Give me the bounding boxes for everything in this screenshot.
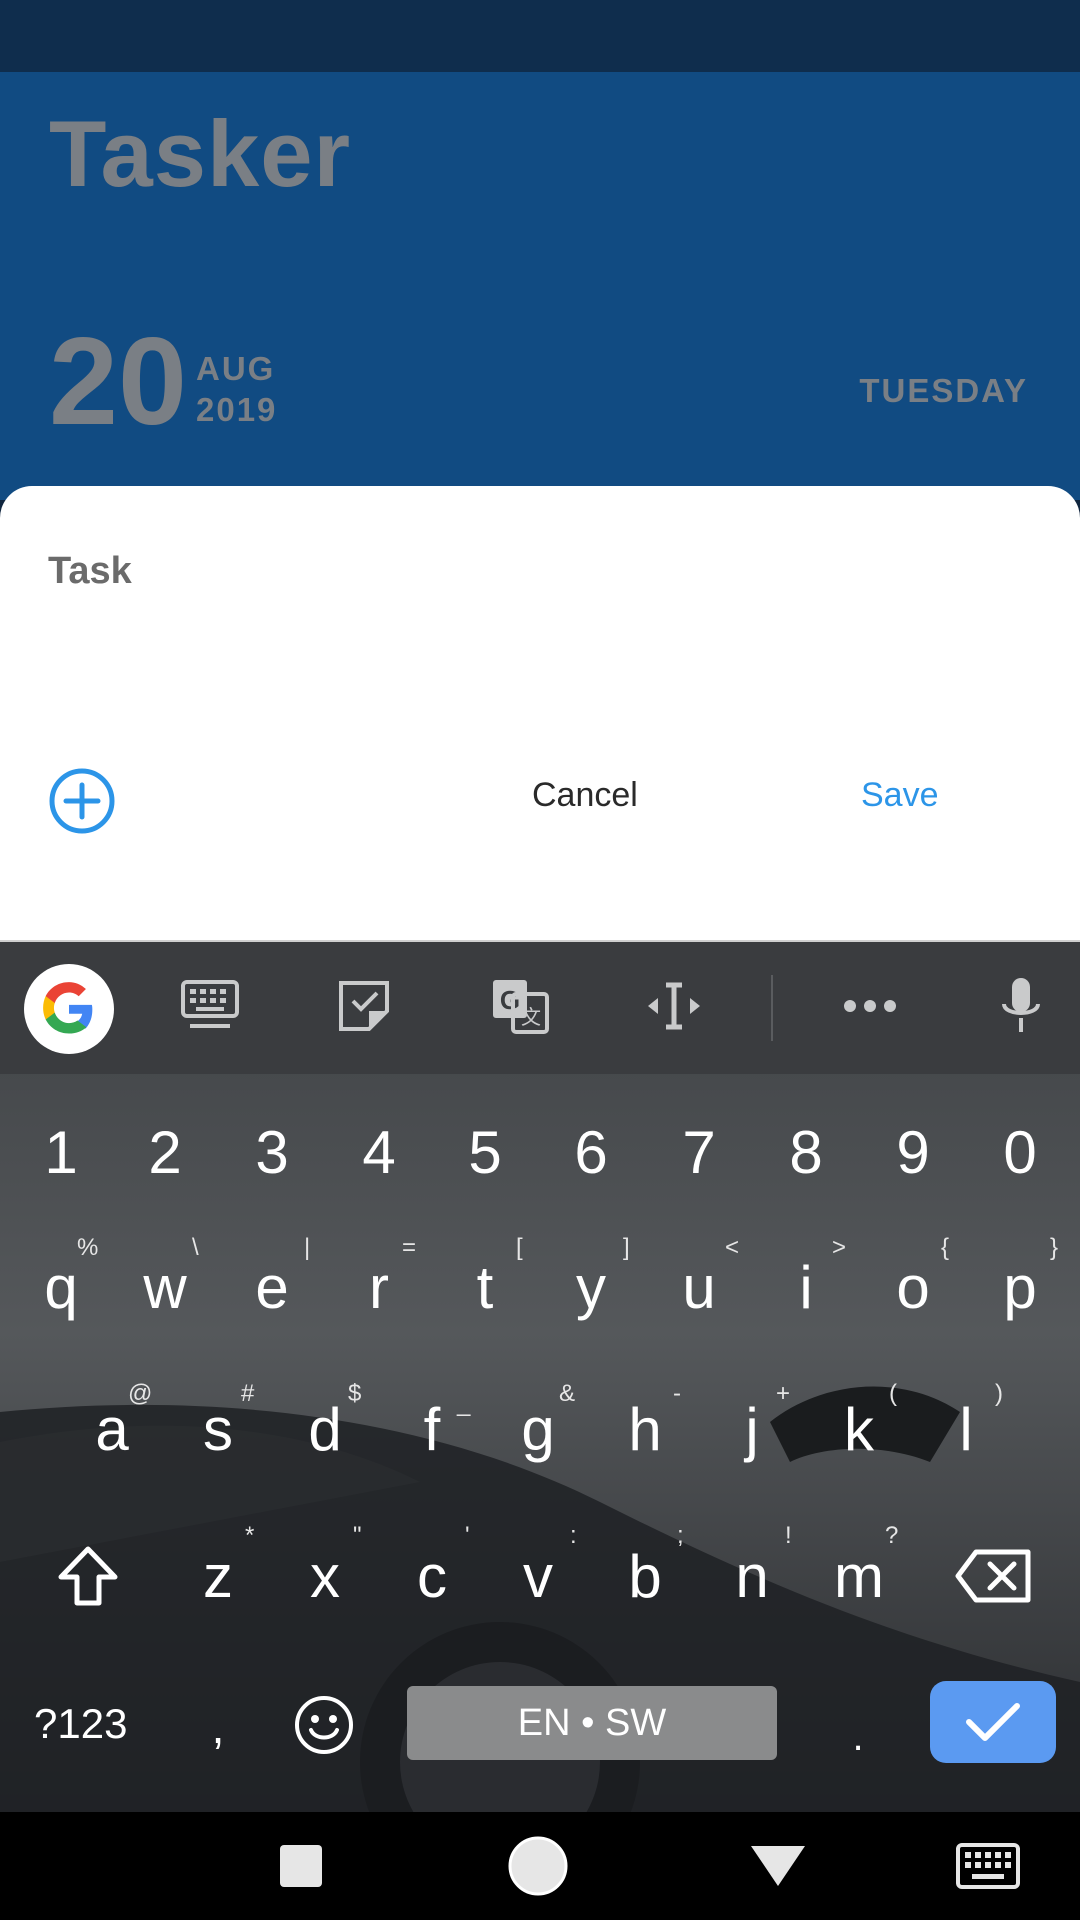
key-hint: % [77, 1234, 99, 1261]
key-hint: $ [348, 1380, 362, 1407]
backspace-key[interactable] [944, 1521, 1044, 1631]
add-task-sheet [0, 486, 1080, 942]
key-hint: # [241, 1380, 255, 1407]
key-hint: ; [677, 1522, 684, 1549]
key-0[interactable]: 0 [972, 1097, 1068, 1207]
app-title: Tasker [49, 101, 352, 206]
svg-text:G: G [500, 985, 520, 1015]
key-hint: * [245, 1522, 255, 1549]
symbols-key[interactable]: ?123 [34, 1700, 127, 1748]
key-hint: " [353, 1522, 362, 1549]
status-bar [0, 0, 1080, 72]
key-7[interactable]: 7 [651, 1097, 747, 1207]
key-hint: | [304, 1234, 311, 1261]
period-key[interactable]: . [810, 1682, 906, 1792]
key-6[interactable]: 6 [543, 1097, 639, 1207]
more-options-icon[interactable] [830, 966, 910, 1046]
backspace-icon [955, 1549, 1031, 1603]
checkmark-icon [966, 1703, 1020, 1741]
key-hint: > [832, 1234, 847, 1261]
key-hint: @ [128, 1380, 153, 1407]
key-hint: _ [457, 1390, 471, 1417]
comma-key[interactable]: , [170, 1672, 266, 1782]
key-hint: & [559, 1380, 576, 1407]
key-hint: + [776, 1380, 791, 1407]
key-hint: : [570, 1522, 577, 1549]
date-weekday: TUESDAY [859, 372, 1028, 409]
key-hint: ! [785, 1522, 792, 1549]
shift-icon [58, 1546, 118, 1606]
key-hint: ( [889, 1380, 897, 1407]
key-8[interactable]: 8 [758, 1097, 854, 1207]
recents-button[interactable] [268, 1833, 334, 1899]
cancel-button[interactable]: Cancel [532, 776, 638, 815]
key-hint: ' [465, 1522, 470, 1549]
plus-circle-icon [49, 768, 115, 834]
emoji-icon [295, 1696, 353, 1754]
sticker-icon[interactable] [324, 966, 404, 1046]
circle-icon [508, 1836, 568, 1896]
toolbar-separator [771, 975, 773, 1041]
key-3[interactable]: 3 [224, 1097, 320, 1207]
key-hint: - [673, 1380, 681, 1407]
key-1[interactable]: 1 [13, 1097, 109, 1207]
google-icon [43, 982, 93, 1034]
key-hint: ] [623, 1234, 630, 1261]
keyboard-icon[interactable] [170, 966, 250, 1046]
date-month: AUG [196, 350, 276, 387]
google-search-button[interactable] [24, 964, 114, 1054]
translate-icon[interactable]: G 文 [480, 966, 560, 1046]
key-hint: ) [995, 1380, 1003, 1407]
key-hint: < [725, 1234, 740, 1261]
date-year: 2019 [196, 391, 278, 428]
key-hint: ? [885, 1522, 899, 1549]
key-2[interactable]: 2 [117, 1097, 213, 1207]
key-hint: [ [516, 1234, 523, 1261]
key-hint: = [402, 1234, 417, 1261]
home-button[interactable] [505, 1833, 571, 1899]
task-input[interactable]: Task [48, 550, 132, 593]
add-subtask-button[interactable] [48, 767, 116, 835]
square-icon [280, 1845, 322, 1887]
enter-key[interactable] [930, 1681, 1056, 1763]
svg-text:文: 文 [521, 1005, 541, 1029]
key-9[interactable]: 9 [865, 1097, 961, 1207]
back-button[interactable] [745, 1833, 811, 1899]
shift-key[interactable] [38, 1521, 138, 1631]
emoji-key[interactable] [276, 1670, 372, 1780]
key-5[interactable]: 5 [437, 1097, 533, 1207]
keyboard-icon [956, 1843, 1020, 1889]
save-button[interactable]: Save [861, 776, 939, 815]
key-hint: } [1050, 1234, 1059, 1261]
date-day: 20 [49, 313, 187, 451]
microphone-icon[interactable] [981, 966, 1061, 1046]
spacebar[interactable]: EN • SW [407, 1686, 777, 1760]
key-4[interactable]: 4 [331, 1097, 427, 1207]
key-hint: { [941, 1234, 950, 1261]
keyboard-switcher-button[interactable] [955, 1833, 1021, 1899]
back-triangle-icon [751, 1846, 805, 1886]
key-hint: \ [192, 1234, 199, 1261]
cursor-control-icon[interactable] [634, 966, 714, 1046]
